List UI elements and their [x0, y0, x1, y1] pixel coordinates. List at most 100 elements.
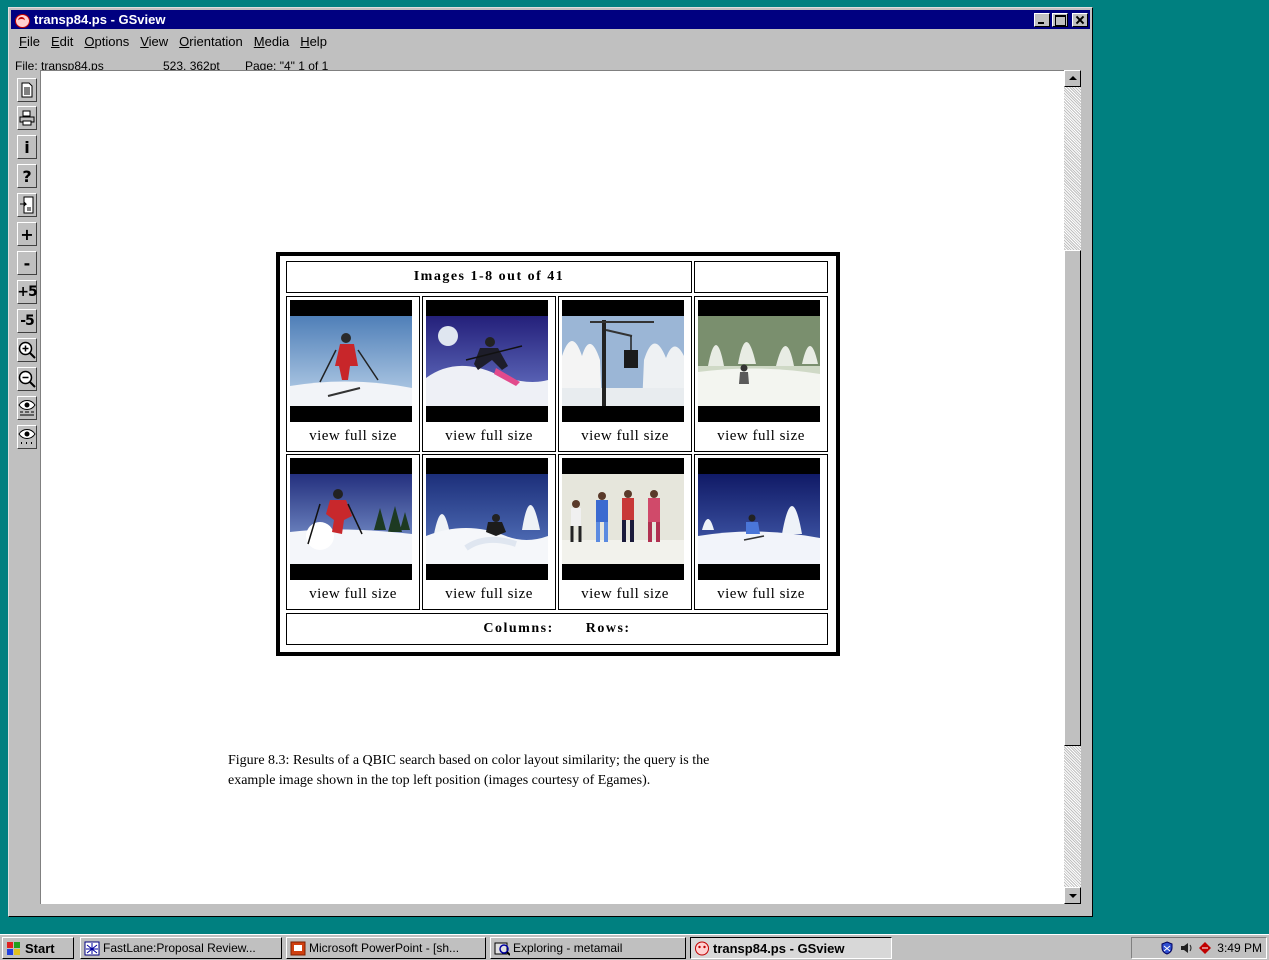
result-image-7[interactable] — [562, 458, 684, 580]
menu-options[interactable]: Options — [84, 34, 129, 49]
view-full-size-link[interactable]: view full size — [695, 428, 827, 445]
skip-forward-button[interactable]: +5 — [17, 280, 38, 304]
results-footer: Columns: Rows: — [286, 613, 828, 645]
result-image-2[interactable] — [426, 300, 548, 422]
result-cell-1: view full size — [286, 296, 420, 452]
gsview-app-icon — [695, 941, 709, 955]
start-label: Start — [25, 940, 55, 956]
speaker-icon[interactable] — [1179, 941, 1193, 955]
results-header: Images 1-8 out of 41 — [286, 261, 692, 293]
document-viewport[interactable]: Images 1-8 out of 41 view full size view… — [40, 70, 1064, 904]
view-full-size-link[interactable]: view full size — [287, 428, 419, 445]
view-full-size-link[interactable]: view full size — [287, 586, 419, 603]
view-full-size-link[interactable]: view full size — [423, 586, 555, 603]
forest-skier-image — [698, 316, 820, 406]
previous-page-button[interactable]: - — [17, 251, 37, 275]
mountain-skier-image — [698, 474, 820, 564]
minus-icon: - — [23, 253, 31, 273]
dots-view-button[interactable] — [17, 425, 37, 449]
scroll-up-arrow-icon[interactable] — [1064, 70, 1081, 87]
maximize-button[interactable] — [1052, 12, 1068, 27]
result-image-5[interactable] — [290, 458, 412, 580]
text-view-button[interactable] — [17, 396, 37, 420]
zoom-out-icon — [18, 370, 36, 388]
powder-skier-image — [426, 474, 548, 564]
figure-caption: Figure 8.3: Results of a QBIC search bas… — [228, 751, 908, 791]
print-button[interactable] — [17, 106, 37, 130]
taskbar-item-powerpoint[interactable]: Microsoft PowerPoint - [sh... — [286, 937, 486, 959]
qbic-results-figure: Images 1-8 out of 41 view full size view… — [276, 252, 840, 656]
taskbar: Start FastLane:Proposal Review... Micros… — [0, 934, 1269, 960]
taskbar-item-exploring[interactable]: Exploring - metamail — [490, 937, 686, 959]
gsview-app-icon[interactable] — [14, 13, 30, 28]
plus-icon: + — [20, 224, 34, 244]
result-cell-5: view full size — [286, 454, 420, 610]
result-image-8[interactable] — [698, 458, 820, 580]
view-full-size-link[interactable]: view full size — [559, 586, 691, 603]
skier-spray-image — [290, 474, 412, 564]
network-icon[interactable] — [1198, 941, 1212, 955]
result-cell-4: view full size — [694, 296, 828, 452]
next-page-button[interactable]: + — [17, 222, 37, 246]
result-image-6[interactable] — [426, 458, 548, 580]
taskbar-item-gsview[interactable]: transp84.ps - GSview — [690, 937, 892, 959]
view-full-size-link[interactable]: view full size — [559, 428, 691, 445]
plus-five-icon: +5 — [17, 284, 38, 300]
shield-icon[interactable] — [1160, 941, 1174, 955]
window-title: transp84.ps - GSview — [34, 12, 166, 27]
result-image-1[interactable] — [290, 300, 412, 422]
result-cell-3: view full size — [558, 296, 692, 452]
result-cell-6: view full size — [422, 454, 556, 610]
result-image-3[interactable] — [562, 300, 684, 422]
group-of-skiers-image — [562, 474, 684, 564]
powerpoint-app-icon — [290, 941, 306, 955]
vertical-scrollbar[interactable] — [1064, 70, 1081, 904]
skier-red-suit-image — [290, 316, 412, 406]
help-button[interactable]: ? — [17, 164, 37, 188]
menu-media[interactable]: Media — [254, 34, 289, 49]
windows-logo-icon — [7, 941, 20, 955]
zoom-in-button[interactable] — [17, 338, 37, 362]
minimize-button[interactable] — [1034, 12, 1050, 27]
caption-line-1: Figure 8.3: Results of a QBIC search bas… — [228, 753, 710, 768]
skip-back-button[interactable]: -5 — [17, 309, 37, 333]
scroll-thumb[interactable] — [1064, 250, 1081, 746]
info-button[interactable]: i — [17, 135, 37, 159]
ski-lift-image — [562, 316, 684, 406]
eye-text-icon — [18, 400, 36, 416]
caption-line-2: example image shown in the top left posi… — [228, 773, 651, 788]
goto-page-icon — [20, 196, 34, 214]
open-document-icon — [21, 82, 33, 98]
result-image-4[interactable] — [698, 300, 820, 422]
scroll-down-arrow-icon[interactable] — [1064, 887, 1081, 904]
menu-file[interactable]: File — [19, 34, 40, 49]
goto-page-button[interactable] — [17, 193, 37, 217]
help-icon: ? — [22, 166, 32, 186]
skier-jump-image — [426, 316, 548, 406]
taskbar-item-fastlane[interactable]: FastLane:Proposal Review... — [80, 937, 282, 959]
rows-label: Rows: — [585, 621, 631, 636]
menu-bar: File Edit Options View Orientation Media… — [11, 31, 1090, 52]
result-cell-2: view full size — [422, 296, 556, 452]
start-button[interactable]: Start — [2, 937, 74, 959]
zoom-out-button[interactable] — [17, 367, 37, 391]
close-button[interactable] — [1072, 12, 1088, 27]
view-full-size-link[interactable]: view full size — [423, 428, 555, 445]
title-bar[interactable]: transp84.ps - GSview — [11, 10, 1090, 29]
eye-dots-icon — [18, 429, 36, 444]
minus-five-icon: -5 — [20, 313, 35, 329]
view-full-size-link[interactable]: view full size — [695, 586, 827, 603]
print-icon — [19, 110, 35, 126]
menu-edit[interactable]: Edit — [51, 34, 73, 49]
columns-label: Columns: — [483, 621, 554, 636]
zoom-in-icon — [18, 341, 36, 359]
explorer-app-icon — [494, 942, 510, 956]
fastlane-app-icon — [84, 941, 100, 955]
system-tray: 3:49 PM — [1131, 937, 1267, 959]
menu-help[interactable]: Help — [300, 34, 327, 49]
info-icon: i — [24, 137, 30, 157]
menu-orientation[interactable]: Orientation — [179, 34, 243, 49]
open-document-button[interactable] — [17, 78, 37, 102]
result-cell-8: view full size — [694, 454, 828, 610]
menu-view[interactable]: View — [140, 34, 168, 49]
